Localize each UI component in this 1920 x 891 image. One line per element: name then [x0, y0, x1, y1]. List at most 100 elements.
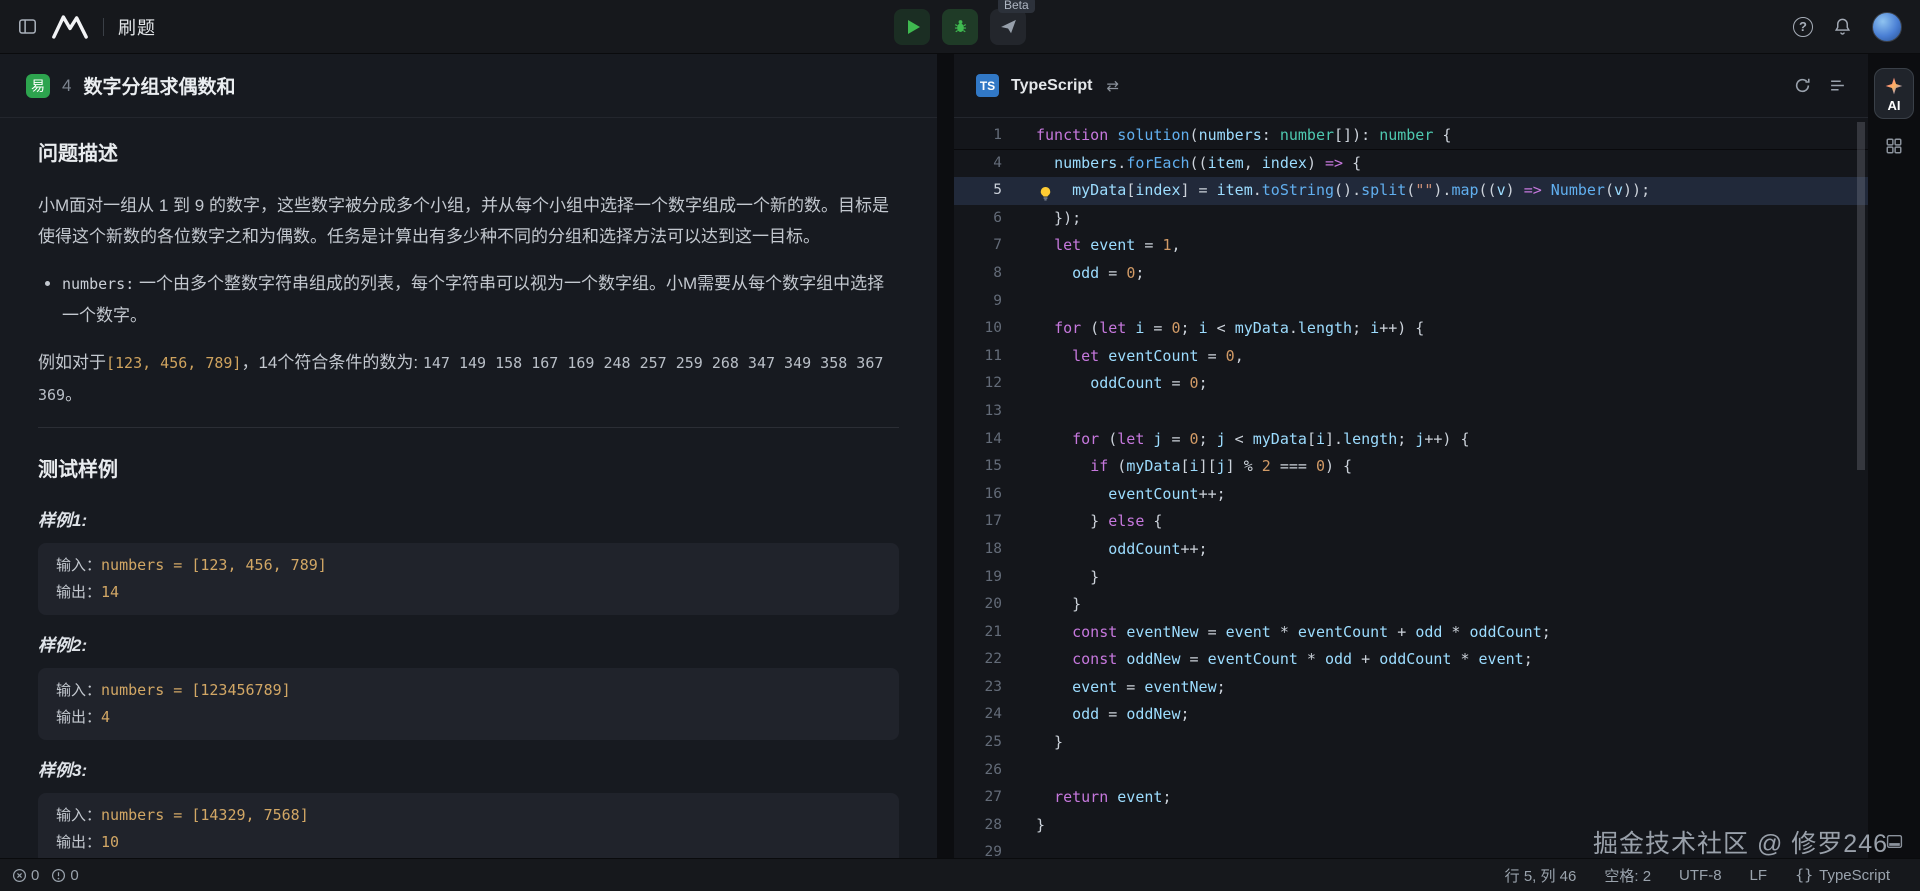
code-text: odd = 0;: [1002, 260, 1144, 288]
encoding-setting[interactable]: UTF-8: [1679, 867, 1722, 884]
error-icon: [12, 868, 27, 883]
ai-assistant-button[interactable]: AI: [1874, 68, 1914, 119]
code-line[interactable]: 23 event = eventNew;: [954, 674, 1868, 702]
avatar[interactable]: [1872, 12, 1902, 42]
eol-setting[interactable]: LF: [1750, 867, 1768, 884]
line-number: 8: [954, 260, 1002, 288]
code-line[interactable]: 13: [954, 398, 1868, 426]
language-selector[interactable]: TypeScript: [1011, 77, 1093, 95]
submit-button[interactable]: Beta: [990, 9, 1026, 45]
code-text: eventCount++;: [1002, 481, 1226, 509]
toggle-bottom-panel-icon[interactable]: [1886, 833, 1903, 850]
example-array: [123, 456, 789]: [106, 354, 241, 372]
watermark: 掘金技术社区 @ 修罗246: [1593, 824, 1888, 860]
reset-code-icon[interactable]: [1794, 77, 1811, 94]
cursor-position[interactable]: 行 5, 列 46: [1505, 865, 1577, 886]
error-count: 0: [31, 867, 39, 884]
code-line[interactable]: 17 } else {: [954, 508, 1868, 536]
language-mode[interactable]: {} TypeScript: [1795, 866, 1890, 884]
io-label: 输入：: [56, 806, 101, 824]
code-text: [1002, 839, 1036, 858]
line-number: 16: [954, 481, 1002, 509]
line-number: 4: [954, 150, 1002, 178]
code-line[interactable]: 20 }: [954, 591, 1868, 619]
parameter-list: numbers: 一个由多个整数字符串组成的列表，每个字符串可以视为一个数字组。…: [38, 268, 899, 331]
problem-header: 易 4 数字分组求偶数和: [0, 54, 937, 118]
io-value: numbers = [123, 456, 789]: [101, 556, 327, 574]
warning-icon: [51, 868, 66, 883]
code-line[interactable]: 12 oddCount = 0;: [954, 370, 1868, 398]
code-line[interactable]: 1function solution(numbers: number[]): n…: [954, 122, 1868, 150]
code-line[interactable]: 4 numbers.forEach((item, index) => {: [954, 150, 1868, 178]
code-text: [1002, 757, 1036, 785]
example-prefix: 例如对于: [38, 353, 106, 372]
code-line[interactable]: 24 odd = oddNew;: [954, 701, 1868, 729]
code-text: odd = oddNew;: [1002, 701, 1190, 729]
apps-grid-icon[interactable]: [1885, 137, 1903, 155]
line-number: 6: [954, 205, 1002, 233]
example-middle: ，14个符合条件的数为:: [241, 353, 422, 372]
code-line[interactable]: 27 return event;: [954, 784, 1868, 812]
format-code-icon[interactable]: [1829, 77, 1846, 94]
line-number: 17: [954, 508, 1002, 536]
code-text: }: [1002, 729, 1063, 757]
io-value: 10: [101, 833, 119, 851]
code-line[interactable]: 11 let eventCount = 0,: [954, 343, 1868, 371]
code-text: const oddNew = eventCount * odd + oddCou…: [1002, 646, 1533, 674]
code-line[interactable]: 15 if (myData[i][j] % 2 === 0) {: [954, 453, 1868, 481]
sample-block: 输入：numbers = [14329, 7568]输出：10: [38, 793, 899, 858]
line-number: 27: [954, 784, 1002, 812]
code-line[interactable]: 8 odd = 0;: [954, 260, 1868, 288]
line-number: 13: [954, 398, 1002, 426]
code-line[interactable]: 26: [954, 757, 1868, 785]
code-line[interactable]: 7 let event = 1,: [954, 232, 1868, 260]
code-line[interactable]: 25 }: [954, 729, 1868, 757]
code-line[interactable]: 16 eventCount++;: [954, 481, 1868, 509]
code-line[interactable]: 22 const oddNew = eventCount * odd + odd…: [954, 646, 1868, 674]
editor-panel: TS TypeScript ⇄ 1function solution(numbe…: [954, 54, 1868, 858]
code-text: }: [1002, 591, 1081, 619]
code-text: oddCount++;: [1002, 536, 1208, 564]
sample-block: 输入：numbers = [123, 456, 789]输出：14: [38, 543, 899, 615]
code-line[interactable]: 21 const eventNew = event * eventCount +…: [954, 619, 1868, 647]
sample-label: 样例2:: [38, 631, 899, 656]
line-number: 14: [954, 426, 1002, 454]
bell-icon[interactable]: [1833, 17, 1852, 36]
sample-label: 样例1:: [38, 506, 899, 531]
editor-scrollbar[interactable]: [1857, 122, 1865, 470]
error-indicator[interactable]: 0: [12, 867, 39, 884]
code-line[interactable]: 9: [954, 288, 1868, 316]
io-value: numbers = [14329, 7568]: [101, 806, 309, 824]
help-icon[interactable]: ?: [1793, 17, 1813, 37]
run-controls: Beta: [894, 9, 1026, 45]
code-line[interactable]: 5 myData[index] = item.toString().split(…: [954, 177, 1868, 205]
line-number: 15: [954, 453, 1002, 481]
example-paragraph: 例如对于[123, 456, 789]，14个符合条件的数为: 147 149 …: [38, 347, 899, 411]
code-line[interactable]: 10 for (let i = 0; i < myData.length; i+…: [954, 315, 1868, 343]
code-line[interactable]: 19 }: [954, 564, 1868, 592]
line-number: 25: [954, 729, 1002, 757]
code-text: oddCount = 0;: [1002, 370, 1208, 398]
warning-indicator[interactable]: 0: [51, 867, 78, 884]
code-line[interactable]: 6 });: [954, 205, 1868, 233]
indentation-setting[interactable]: 空格: 2: [1604, 865, 1651, 886]
debug-button[interactable]: [942, 9, 978, 45]
line-number: 28: [954, 812, 1002, 840]
code-text: } else {: [1002, 508, 1162, 536]
warning-count: 0: [70, 867, 78, 884]
sidebar-toggle-icon[interactable]: [18, 17, 37, 36]
example-suffix: 。: [65, 385, 82, 404]
line-number: 12: [954, 370, 1002, 398]
run-button[interactable]: [894, 9, 930, 45]
code-text: let eventCount = 0,: [1002, 343, 1244, 371]
code-text: });: [1002, 205, 1081, 233]
description-paragraph: 小M面对一组从 1 到 9 的数字，这些数字被分成多个小组，并从每个小组中选择一…: [38, 190, 899, 252]
code-line[interactable]: 18 oddCount++;: [954, 536, 1868, 564]
statusbar: 0 0 行 5, 列 46 空格: 2 UTF-8 LF {} TypeScri…: [0, 858, 1920, 891]
problem-panel: 易 4 数字分组求偶数和 问题描述 小M面对一组从 1 到 9 的数字，这些数字…: [0, 54, 937, 858]
samples-list: 样例1: 输入：numbers = [123, 456, 789]输出：14 样例2…: [38, 506, 899, 858]
code-line[interactable]: 14 for (let j = 0; j < myData[i].length;…: [954, 426, 1868, 454]
parameter-text: 一个由多个整数字符串组成的列表，每个字符串可以视为一个数字组。小M需要从每个数字…: [62, 274, 884, 325]
logo-icon[interactable]: [51, 13, 89, 40]
switch-language-icon[interactable]: ⇄: [1107, 77, 1120, 95]
